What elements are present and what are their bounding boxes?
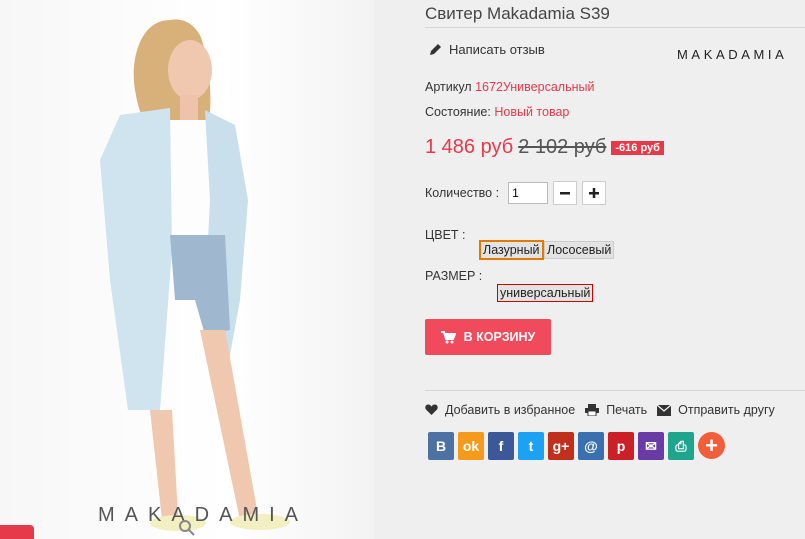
envelope-icon — [657, 404, 672, 416]
pencil-icon — [430, 44, 441, 55]
email-icon: ✉ — [645, 437, 657, 454]
facebook-icon: f — [498, 438, 504, 454]
mail-icon: @ — [584, 438, 598, 454]
condition-value: Новый товар — [494, 105, 570, 119]
condition-label: Состояние: — [425, 105, 491, 119]
minus-icon — [560, 192, 571, 195]
quantity-label: Количество : — [425, 186, 500, 200]
heart-icon — [425, 404, 438, 415]
pinterest-icon: p — [616, 438, 626, 454]
size-label: РАЗМЕР : — [425, 269, 483, 283]
social-share-bar: Вok f t g+ @ p ✉ ⎙ + — [428, 432, 725, 460]
share-vk-button[interactable]: В — [428, 432, 454, 460]
photo-corner-badge — [0, 525, 34, 539]
share-print-button[interactable]: ⎙ — [668, 432, 694, 460]
product-actions: Добавить в избранное Печать Отправить др… — [425, 403, 785, 417]
wishlist-label: Добавить в избранное — [445, 403, 576, 417]
size-option-universal[interactable]: универсальный — [497, 284, 594, 302]
print-icon: ⎙ — [675, 437, 687, 454]
add-to-cart-label: В КОРЗИНУ — [463, 330, 536, 344]
share-pinterest-button[interactable]: p — [608, 432, 634, 460]
google-plus-icon: g+ — [552, 438, 570, 454]
product-title: Свитер Makadamia S39 — [425, 4, 610, 23]
twitter-icon: t — [528, 438, 534, 454]
color-option-azure[interactable]: Лазурный — [479, 240, 544, 260]
add-to-cart-button[interactable]: В КОРЗИНУ — [425, 319, 551, 355]
share-mail-button[interactable]: @ — [578, 432, 604, 460]
article-line: Артикул 1672Универсальный — [425, 80, 594, 94]
quantity-increase-button[interactable] — [582, 181, 607, 205]
write-review-link[interactable]: Написать отзыв — [429, 42, 545, 57]
cart-icon — [440, 330, 456, 343]
share-google-plus-button[interactable]: g+ — [548, 432, 574, 460]
share-email-button[interactable]: ✉ — [638, 432, 664, 460]
photo-watermark: MAKADAMIA — [98, 504, 309, 526]
article-value: 1672Универсальный — [475, 80, 595, 94]
discount-badge: -616 руб — [611, 140, 664, 155]
write-review-label: Написать отзыв — [449, 42, 545, 57]
color-option-salmon[interactable]: Лососевый — [544, 241, 615, 259]
more-icon: + — [705, 432, 718, 458]
print-icon — [585, 404, 600, 416]
add-to-wishlist-link[interactable]: Добавить в избранное — [425, 403, 575, 417]
model-figure — [100, 19, 290, 531]
price-old: 2 102 руб — [518, 136, 607, 158]
print-label: Печать — [606, 403, 648, 417]
article-label: Артикул — [425, 80, 472, 94]
product-photo[interactable]: MAKADAMIA — [0, 0, 374, 539]
send-label: Отправить другу — [678, 403, 775, 417]
brand-logo[interactable]: MAKADAMIA — [677, 47, 787, 62]
plus-icon — [589, 188, 600, 198]
send-to-friend-link[interactable]: Отправить другу — [657, 403, 775, 417]
odnoklassniki-icon: ok — [462, 438, 480, 454]
color-label: ЦВЕТ : — [425, 228, 466, 242]
condition-line: Состояние: Новый товар — [425, 105, 569, 119]
print-link[interactable]: Печать — [585, 403, 647, 417]
actions-divider — [425, 390, 805, 391]
quantity-decrease-button[interactable] — [553, 181, 578, 205]
quantity-input[interactable] — [508, 182, 549, 204]
share-facebook-button[interactable]: f — [488, 432, 514, 460]
price-current: 1 486 руб — [425, 136, 514, 158]
product-info-panel: Свитер Makadamia S39 Написать отзыв MAKA… — [425, 0, 805, 539]
price-block: 1 486 руб 2 102 руб -616 руб — [425, 136, 664, 159]
share-more-button[interactable]: + — [698, 432, 725, 459]
title-divider — [425, 27, 805, 28]
share-odnoklassniki-button[interactable]: ok — [458, 432, 484, 460]
share-twitter-button[interactable]: t — [518, 432, 544, 460]
zoom-icon[interactable] — [178, 519, 196, 537]
vk-icon: В — [435, 438, 447, 454]
quantity-row: Количество : — [425, 181, 607, 205]
